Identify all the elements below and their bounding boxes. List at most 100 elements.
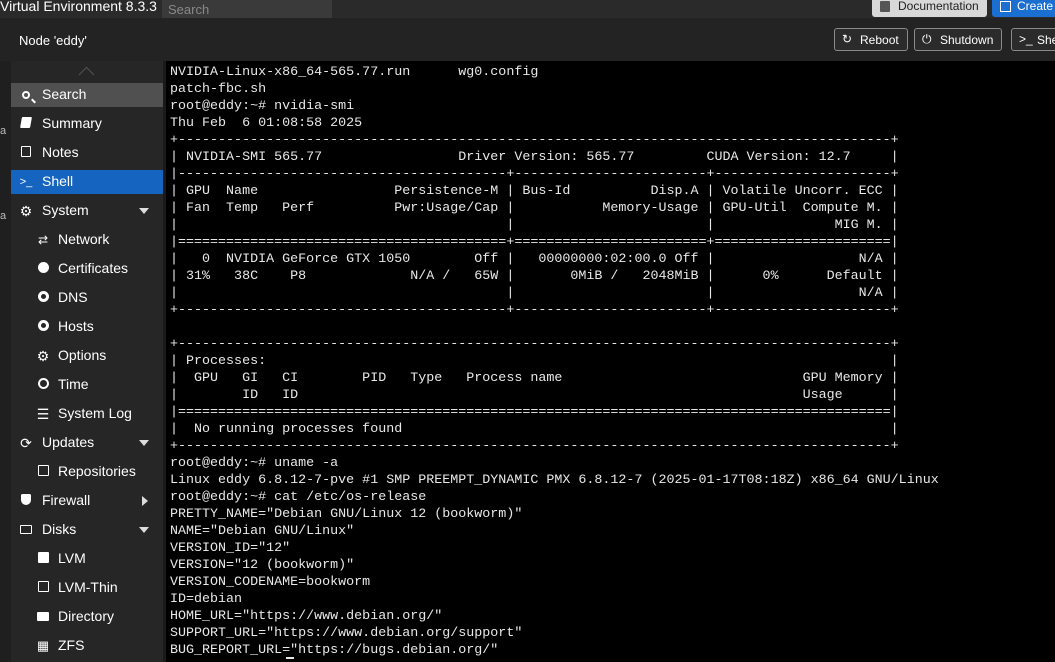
terminal-line: |=======================================… — [170, 405, 899, 420]
chevron-right-icon[interactable] — [142, 496, 148, 506]
sidebar-item-label: Directory — [58, 608, 115, 624]
sidebar-item-repositories[interactable]: Repositories — [11, 460, 163, 484]
sidebar-item-label: Network — [58, 231, 110, 247]
sidebar-item-notes[interactable]: Notes — [11, 141, 163, 165]
terminal-line: +---------------------------------------… — [170, 337, 899, 352]
terminal-line: BUG_REPORT_URL="https://bugs.debian.org/… — [170, 643, 499, 658]
notes-icon — [19, 146, 33, 160]
refresh-icon: ⟳ — [20, 435, 32, 451]
chevron-down-icon[interactable] — [139, 527, 149, 533]
node-sidebar: Search Summary Notes >_ Shell ⚙ System ⇄… — [11, 61, 163, 662]
sidebar-item-system[interactable]: ⚙ System — [11, 199, 163, 223]
tree-fragment: a — [0, 210, 7, 222]
sidebar-item-network[interactable]: ⇄ Network — [11, 228, 163, 252]
chevron-down-icon[interactable] — [139, 440, 149, 446]
terminal-line: root@eddy:~# nvidia-smi — [170, 99, 355, 114]
sidebar-item-lvm[interactable]: LVM — [11, 547, 163, 571]
terminal-line: +---------------------------------------… — [170, 439, 899, 454]
terminal-line: | | | MIG M. | — [170, 218, 899, 233]
sidebar-item-directory[interactable]: Directory — [11, 605, 163, 629]
terminal-icon: >_ — [1019, 32, 1033, 46]
terminal-line: ID=debian — [170, 592, 243, 607]
top-bar: Virtual Environment 8.3.3 Documentation … — [0, 0, 1055, 18]
sidebar-item-label: Hosts — [58, 318, 94, 334]
terminal-line: | 31% 38C P8 N/A / 65W | 0MiB / 2048MiB … — [170, 269, 899, 284]
terminal-line: | GPU Name Persistence-M | Bus-Id Disp.A… — [170, 184, 899, 199]
network-icon: ⇄ — [37, 233, 49, 247]
terminal-icon: >_ — [19, 176, 33, 188]
clock-icon — [36, 378, 50, 392]
tree-fragment: a — [0, 125, 7, 137]
square-outline-icon — [36, 581, 50, 595]
terminal-line: Thu Feb 6 01:08:58 2025 — [170, 116, 363, 131]
sidebar-item-updates[interactable]: ⟳ Updates — [11, 431, 163, 455]
page-title: Node 'eddy' — [19, 33, 87, 48]
power-icon: ⏻ — [922, 32, 932, 46]
sidebar-item-system-log[interactable]: ☰ System Log — [11, 402, 163, 426]
resource-tree-edge: a a — [0, 61, 11, 662]
terminal-line: | GPU GI CI PID Type Process name GPU Me… — [170, 371, 899, 386]
shield-icon — [19, 494, 33, 508]
create-vm-button[interactable]: Create — [992, 0, 1055, 17]
sidebar-item-certificates[interactable]: Certificates — [11, 257, 163, 281]
terminal-line: SUPPORT_URL="https://www.debian.org/supp… — [170, 626, 523, 641]
globe-icon — [36, 320, 50, 334]
shutdown-button[interactable]: ⏻ Shutdown — [914, 28, 1002, 51]
terminal-line: | ID ID Usage | — [170, 388, 899, 403]
sidebar-item-label: Firewall — [42, 492, 91, 508]
search-input[interactable] — [162, 0, 332, 18]
sidebar-item-hosts[interactable]: Hosts — [11, 315, 163, 339]
sidebar-item-options[interactable]: ⚙ Options — [11, 344, 163, 368]
sidebar-item-search[interactable]: Search — [11, 83, 163, 107]
book-icon — [880, 1, 890, 12]
search-icon — [19, 88, 33, 102]
documentation-button[interactable]: Documentation — [872, 0, 987, 17]
terminal-line: |---------------------------------------… — [170, 167, 899, 182]
folder-icon — [36, 610, 50, 624]
sidebar-item-label: Search — [42, 86, 87, 102]
terminal-line: | No running processes found | — [170, 422, 899, 437]
terminal-line: root@eddy:~# cat /etc/os-release — [170, 490, 427, 505]
terminal-line: | Processes: | — [170, 354, 899, 369]
terminal-line: HOME_URL="https://www.debian.org/" — [170, 609, 443, 624]
sidebar-item-dns[interactable]: DNS — [11, 286, 163, 310]
shell-button[interactable]: >_ She — [1011, 28, 1055, 51]
reboot-button[interactable]: ↻ Reboot — [834, 28, 908, 51]
shell-terminal[interactable]: NVIDIA-Linux-x86_64-565.77.run wg0.confi… — [166, 61, 1055, 662]
sidebar-item-label: LVM — [58, 550, 86, 566]
chevron-down-icon[interactable] — [139, 208, 149, 214]
terminal-line: |=======================================… — [170, 235, 899, 250]
list-icon: ☰ — [36, 406, 50, 422]
sidebar-item-zfs[interactable]: ▦ ZFS — [11, 634, 163, 658]
certificate-icon — [36, 262, 50, 276]
sidebar-item-disks[interactable]: Disks — [11, 518, 163, 542]
sidebar-item-label: Summary — [42, 115, 102, 131]
scroll-up-icon[interactable] — [78, 66, 95, 83]
shutdown-label: Shutdown — [940, 33, 994, 47]
documentation-label: Documentation — [898, 0, 979, 13]
sidebar-item-summary[interactable]: Summary — [11, 112, 163, 136]
terminal-line: root@eddy:~# uname -a — [170, 456, 339, 471]
globe-icon — [36, 291, 50, 305]
terminal-line: VERSION="12 (bookworm)" — [170, 558, 355, 573]
sidebar-item-label: Time — [58, 376, 89, 392]
terminal-line: Linux eddy 6.8.12-7-pve #1 SMP PREEMPT_D… — [170, 473, 939, 488]
sidebar-item-time[interactable]: Time — [11, 373, 163, 397]
sidebar-item-label: Disks — [42, 521, 77, 537]
grid-icon: ▦ — [36, 638, 50, 653]
sidebar-item-label: LVM-Thin — [58, 579, 118, 595]
terminal-line: VERSION_ID="12" — [170, 541, 291, 556]
terminal-line: +---------------------------------------… — [170, 303, 899, 318]
terminal-line: | NVIDIA-SMI 565.77 Driver Version: 565.… — [170, 150, 899, 165]
sidebar-item-lvm-thin[interactable]: LVM-Thin — [11, 576, 163, 600]
terminal-line: NVIDIA-Linux-x86_64-565.77.run wg0.confi… — [170, 65, 539, 80]
sidebar-item-label: System Log — [58, 405, 132, 421]
sidebar-item-label: Notes — [42, 144, 79, 160]
sidebar-item-label: System — [42, 202, 89, 218]
sidebar-item-shell[interactable]: >_ Shell — [11, 170, 163, 194]
create-label: Create — [1017, 0, 1054, 13]
gear-icon: ⚙ — [19, 203, 33, 219]
sidebar-item-label: Repositories — [58, 463, 136, 479]
sidebar-item-label: Shell — [42, 173, 74, 189]
sidebar-item-firewall[interactable]: Firewall — [11, 489, 163, 513]
